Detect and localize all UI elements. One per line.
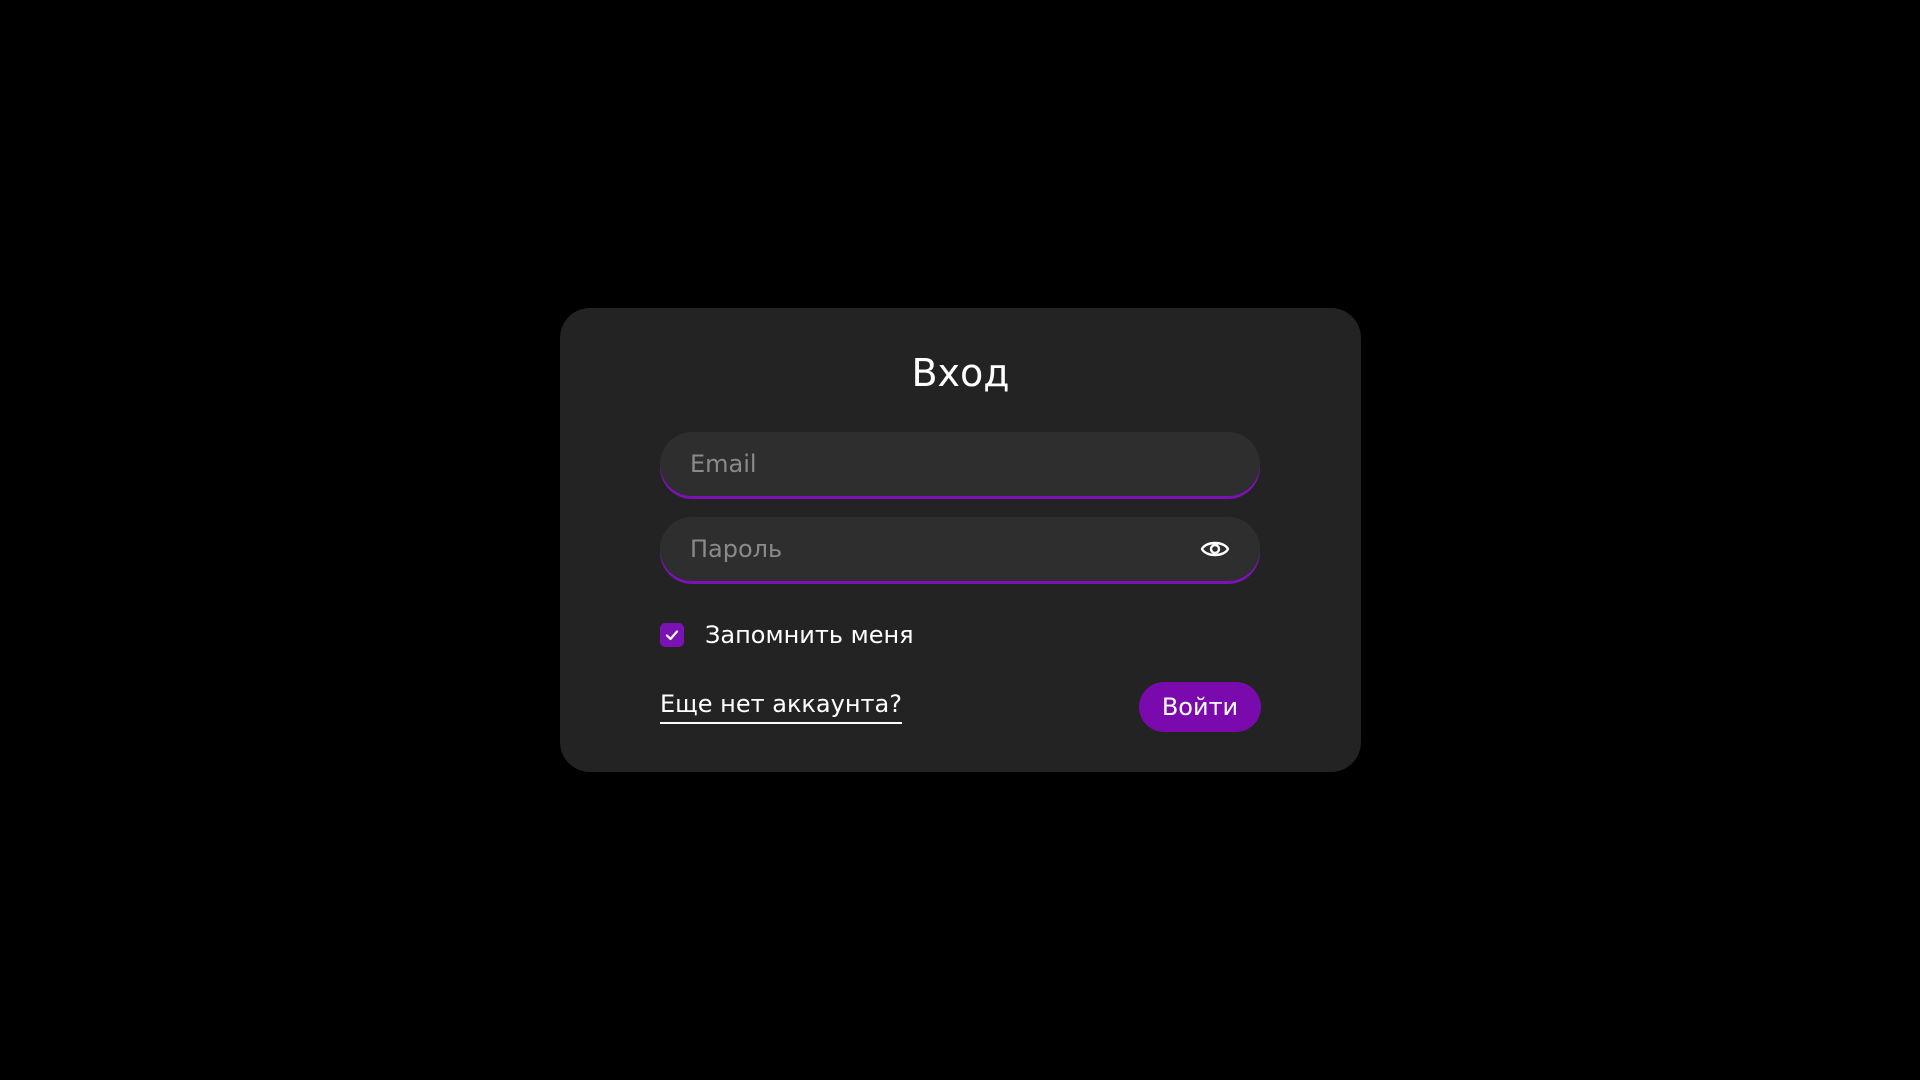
login-card: Вход Запомнить меня Еще нет аккаунта? Во… [560,308,1361,772]
eye-icon[interactable] [1200,535,1230,563]
password-input[interactable] [660,517,1260,581]
email-field[interactable] [660,432,1260,496]
checkbox[interactable] [660,623,684,647]
email-input[interactable] [660,432,1260,496]
password-field[interactable] [660,517,1260,581]
remember-me-checkbox[interactable]: Запомнить меня [660,618,914,652]
checkmark-icon [665,630,679,641]
login-button[interactable]: Войти [1139,682,1261,732]
login-title: Вход [911,351,1010,395]
remember-me-label: Запомнить меня [705,621,914,649]
signup-link[interactable]: Еще нет аккаунта? [660,688,902,724]
